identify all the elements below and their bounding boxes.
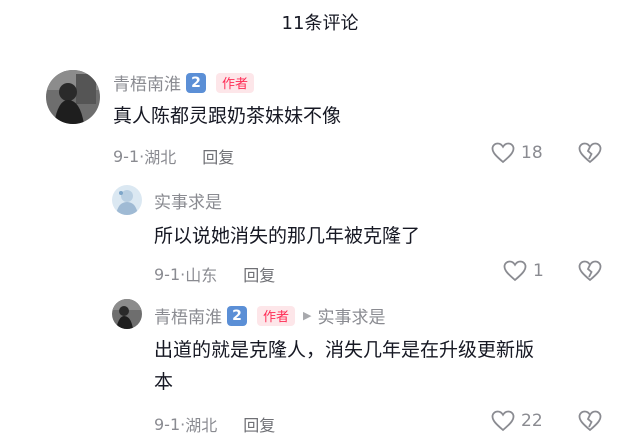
comment-meta: 9-1 · 山东 回复 <box>154 262 275 286</box>
comment-header: 实事求是 <box>154 188 222 213</box>
like-button[interactable]: 1 <box>503 260 544 282</box>
dislike-button[interactable] <box>578 410 602 436</box>
heart-icon <box>491 142 515 164</box>
dislike-button[interactable] <box>578 142 602 168</box>
like-button[interactable]: 18 <box>491 142 543 164</box>
avatar[interactable] <box>112 185 142 215</box>
reply-button[interactable]: 回复 <box>243 412 275 436</box>
comment-date: 9-1 <box>113 146 140 166</box>
avatar[interactable] <box>46 70 100 124</box>
username[interactable]: 青梧南淮 <box>154 303 222 328</box>
like-count: 22 <box>521 411 543 431</box>
comment-text: 真人陈都灵跟奶茶妹妹不像 <box>113 105 342 127</box>
username[interactable]: 青梧南淮 <box>113 70 181 95</box>
comment-meta: 9-1 · 湖北 回复 <box>154 412 275 436</box>
reply-item: 青梧南淮 2 作者 ▶ 实事求是 出道的就是克隆人，消失几年是在升级更新版 本 … <box>0 290 640 447</box>
level-badge: 2 <box>227 305 247 326</box>
reply-button[interactable]: 回复 <box>202 144 234 168</box>
comment-text-line: 本 <box>154 371 174 393</box>
comment-header: 青梧南淮 2 作者 ▶ 实事求是 <box>154 303 385 328</box>
reply-button[interactable]: 回复 <box>243 262 275 286</box>
comment-date: 9-1 <box>154 264 181 284</box>
comment-location: 湖北 <box>144 148 177 167</box>
username[interactable]: 实事求是 <box>154 188 222 213</box>
comment-header: 青梧南淮 2 作者 <box>113 70 255 95</box>
comment-text-line: 出道的就是克隆人，消失几年是在升级更新版 <box>154 339 535 361</box>
comment-date: 9-1 <box>154 414 181 434</box>
comment-item: 青梧南淮 2 作者 真人陈都灵跟奶茶妹妹不像 9-1 · 湖北 回复 18 <box>0 0 640 180</box>
reply-item: 实事求是 所以说她消失的那几年被克隆了 9-1 · 山东 回复 1 <box>0 180 640 290</box>
comment-location: 湖北 <box>185 416 218 435</box>
like-count: 18 <box>521 143 543 163</box>
broken-heart-icon <box>578 142 602 164</box>
heart-icon <box>491 410 515 432</box>
reply-arrow-icon: ▶ <box>303 309 312 322</box>
broken-heart-icon <box>578 410 602 432</box>
comment-meta: 9-1 · 湖北 回复 <box>113 144 234 168</box>
author-tag: 作者 <box>257 305 296 326</box>
dislike-button[interactable] <box>578 260 602 286</box>
level-badge: 2 <box>186 72 206 93</box>
reply-to-username[interactable]: 实事求是 <box>317 303 385 328</box>
like-button[interactable]: 22 <box>491 410 543 432</box>
comment-text: 所以说她消失的那几年被克隆了 <box>154 225 421 247</box>
avatar[interactable] <box>112 299 142 329</box>
comment-location: 山东 <box>185 266 218 285</box>
heart-icon <box>503 260 527 282</box>
like-count: 1 <box>533 261 544 281</box>
author-tag: 作者 <box>216 72 255 93</box>
comment-text: 出道的就是克隆人，消失几年是在升级更新版 本 <box>154 334 624 398</box>
broken-heart-icon <box>578 260 602 282</box>
